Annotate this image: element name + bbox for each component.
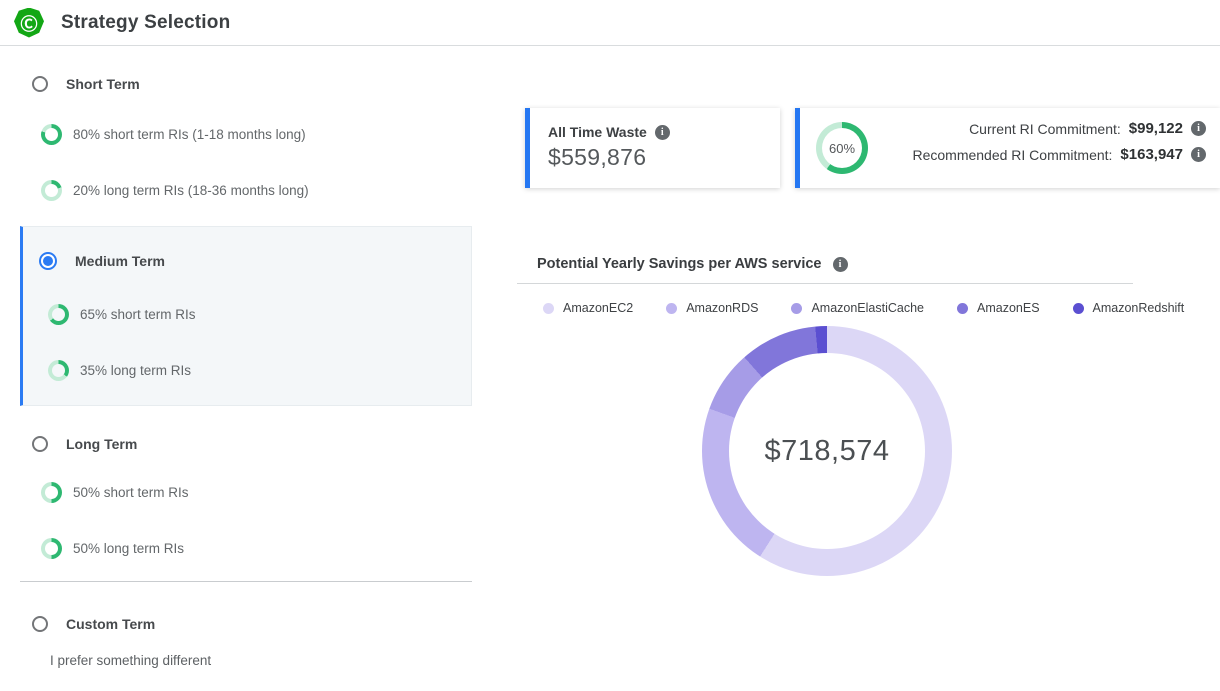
radio-medium-term[interactable] xyxy=(39,252,57,270)
option-label: Short Term xyxy=(66,76,140,92)
legend-item-amazonec2[interactable]: AmazonEC2 xyxy=(543,301,633,315)
percent-ring-icon xyxy=(41,538,62,559)
recommended-commitment-row: Recommended RI Commitment: $163,947 xyxy=(912,146,1206,163)
percent-ring-icon xyxy=(41,482,62,503)
info-icon[interactable] xyxy=(655,125,670,140)
sub-label: 20% long term RIs (18-36 months long) xyxy=(73,183,309,198)
donut-total-value: $718,574 xyxy=(702,326,952,576)
ri-commitment-card: 60% Current RI Commitment: $99,122 Recom… xyxy=(795,108,1220,188)
long-term-sub-2: 50% long term RIs xyxy=(41,538,184,559)
medium-term-sub-1: 65% short term RIs xyxy=(48,304,196,325)
option-label: Medium Term xyxy=(75,253,165,269)
short-term-sub-2: 20% long term RIs (18-36 months long) xyxy=(41,180,309,201)
short-term-sub-1: 80% short term RIs (1-18 months long) xyxy=(41,124,306,145)
option-label: Long Term xyxy=(66,436,137,452)
info-icon[interactable] xyxy=(1191,147,1206,162)
option-medium-term-panel[interactable]: Medium Term 65% short term RIs 35% long … xyxy=(20,226,472,406)
legend-label: AmazonEC2 xyxy=(563,301,633,315)
option-custom-term[interactable]: Custom Term xyxy=(32,616,155,632)
chart-title-divider xyxy=(517,283,1133,284)
legend-dot xyxy=(543,303,554,314)
all-time-waste-card: All Time Waste $559,876 xyxy=(525,108,780,188)
sub-label: 35% long term RIs xyxy=(80,363,191,378)
legend-item-amazonredshift[interactable]: AmazonRedshift xyxy=(1073,301,1185,315)
strategy-options-list: Short Term 80% short term RIs (1-18 mont… xyxy=(0,46,472,691)
legend-label: AmazonES xyxy=(977,301,1040,315)
all-time-waste-value: $559,876 xyxy=(548,144,780,171)
legend-item-amazonelasticache[interactable]: AmazonElastiCache xyxy=(791,301,924,315)
gauge-percent-label: 60% xyxy=(816,122,868,174)
radio-custom-term[interactable] xyxy=(32,616,48,632)
legend-dot xyxy=(666,303,677,314)
legend-dot xyxy=(791,303,802,314)
header: Strategy Selection xyxy=(0,0,1220,46)
info-icon[interactable] xyxy=(833,257,848,272)
page-title: Strategy Selection xyxy=(61,12,230,34)
chart-title: Potential Yearly Savings per AWS service xyxy=(537,256,822,272)
legend-dot xyxy=(957,303,968,314)
commitment-gauge: 60% xyxy=(816,122,868,174)
app-logo-icon xyxy=(14,8,44,38)
option-long-term[interactable]: Long Term xyxy=(32,436,137,452)
option-short-term[interactable]: Short Term xyxy=(32,76,140,92)
legend-label: AmazonRDS xyxy=(686,301,758,315)
current-commitment-row: Current RI Commitment: $99,122 xyxy=(969,120,1206,137)
percent-ring-icon xyxy=(48,360,69,381)
radio-long-term[interactable] xyxy=(32,436,48,452)
custom-term-note: I prefer something different xyxy=(50,653,211,668)
sub-label: 80% short term RIs (1-18 months long) xyxy=(73,127,306,142)
legend-label: AmazonRedshift xyxy=(1093,301,1185,315)
percent-ring-icon xyxy=(41,180,62,201)
option-label: Custom Term xyxy=(66,616,155,632)
legend-label: AmazonElastiCache xyxy=(811,301,924,315)
legend-item-amazonrds[interactable]: AmazonRDS xyxy=(666,301,758,315)
recommended-commitment-value: $163,947 xyxy=(1120,146,1183,163)
legend-dot xyxy=(1073,303,1084,314)
legend-item-amazones[interactable]: AmazonES xyxy=(957,301,1040,315)
option-medium-term[interactable]: Medium Term xyxy=(39,252,165,270)
percent-ring-icon xyxy=(41,124,62,145)
chart-title-row: Potential Yearly Savings per AWS service xyxy=(537,256,848,272)
savings-donut-chart[interactable]: $718,574 xyxy=(702,326,952,576)
medium-term-sub-2: 35% long term RIs xyxy=(48,360,191,381)
sub-label: 65% short term RIs xyxy=(80,307,196,322)
current-commitment-value: $99,122 xyxy=(1129,120,1183,137)
radio-short-term[interactable] xyxy=(32,76,48,92)
section-divider xyxy=(20,581,472,582)
current-commitment-label: Current RI Commitment: xyxy=(969,121,1121,137)
percent-ring-icon xyxy=(48,304,69,325)
strategy-selection-page: Strategy Selection Short Term 80% short … xyxy=(0,0,1220,691)
sub-label: 50% short term RIs xyxy=(73,485,189,500)
recommended-commitment-label: Recommended RI Commitment: xyxy=(912,147,1112,163)
sub-label: 50% long term RIs xyxy=(73,541,184,556)
chart-legend: AmazonEC2 AmazonRDS AmazonElastiCache Am… xyxy=(543,301,1184,315)
long-term-sub-1: 50% short term RIs xyxy=(41,482,189,503)
info-icon[interactable] xyxy=(1191,121,1206,136)
all-time-waste-label: All Time Waste xyxy=(548,124,647,140)
